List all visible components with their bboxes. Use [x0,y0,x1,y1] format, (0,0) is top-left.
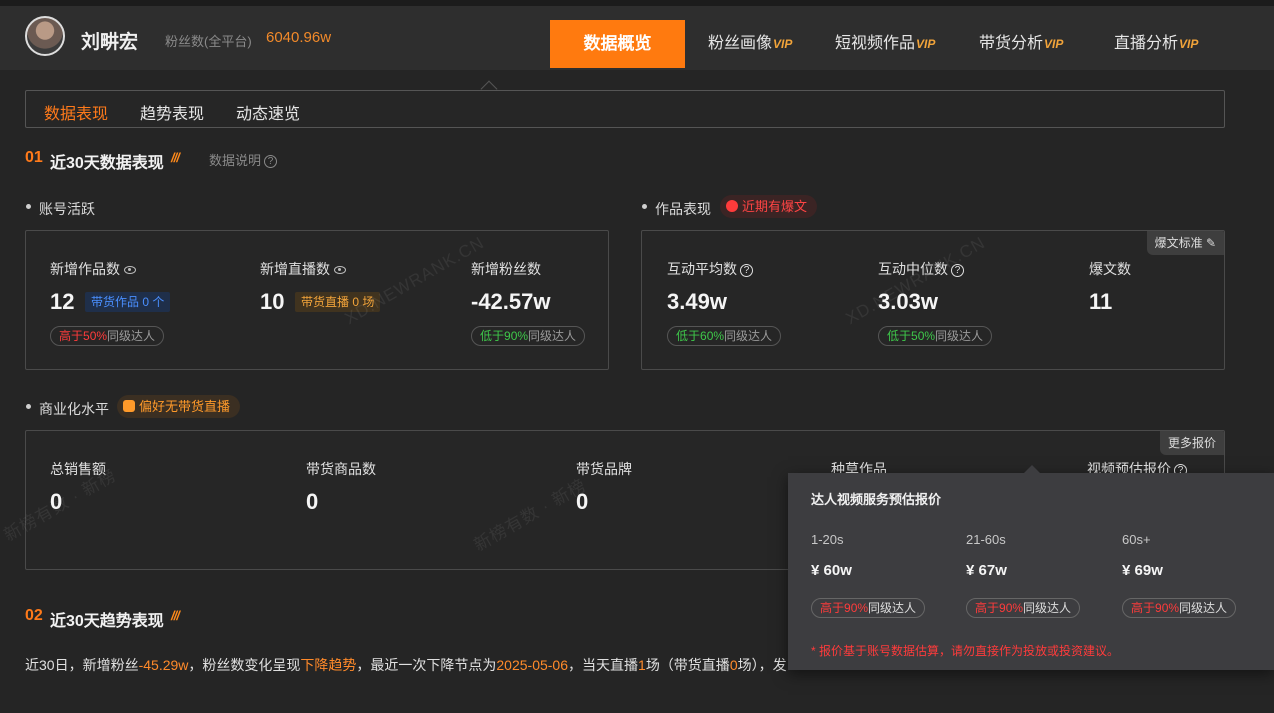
brands-label: 带货品牌 [576,461,632,477]
fans-count-value: 6040.96w [266,29,332,46]
works-performance-card: 爆文标准 ✎ 互动平均数? 3.49w 低于60%同级达人 互动中位数? 3.0… [641,230,1225,370]
comparison-pill: 低于60%同级达人 [667,326,782,346]
nav-live-label: 直播分析 [1114,35,1179,52]
account-activity-card: 新增作品数 12 带货作品 0 个 高于50%同级达人 新增直播数 10 带货直… [25,230,609,370]
tab-dynamic-overview[interactable]: 动态速览 [236,100,300,124]
viral-count-label: 爆文数 [1089,261,1131,277]
section-number: 02 [25,607,43,624]
vip-badge: VIP [1179,37,1199,51]
bag-icon [123,400,135,412]
nav-fans-profile[interactable]: 粉丝画像VIP [708,20,792,68]
vip-badge: VIP [1044,37,1064,51]
comparison-pill: 高于90%同级达人 [966,598,1081,618]
comparison-pill: 低于50%同级达人 [878,326,993,346]
commercialization-label: 商业化水平 [39,401,109,417]
comparison-pill: 高于90%同级达人 [1122,598,1237,618]
nav-commerce-analysis[interactable]: 带货分析VIP [979,20,1063,68]
nav-fans-profile-label: 粉丝画像 [708,35,773,52]
bullet-dot [26,404,31,409]
new-fans-label: 新增粉丝数 [471,261,541,277]
edit-icon: ✎ [1205,236,1216,250]
nav-short-video-label: 短视频作品 [835,35,916,52]
new-lives-value: 10 [260,289,285,314]
new-lives-label: 新增直播数 [260,259,346,279]
viral-standard-button[interactable]: 爆文标准 ✎ [1146,231,1224,255]
avg-interaction-value: 3.49w [667,289,727,314]
more-quotes-button[interactable]: 更多报价 [1159,431,1224,455]
section-title: 近30天趋势表现 [50,613,164,630]
commerce-works-tag: 带货作品 0 个 [85,292,171,312]
price-estimate-popup: 达人视频服务预估报价 1-20s ¥ 60w 高于90%同级达人 21-60s … [788,465,1274,670]
tab-data-performance[interactable]: 数据表现 [44,100,108,124]
comparison-pill: 高于50%同级达人 [50,326,165,346]
nav-commerce-label: 带货分析 [979,35,1044,52]
avatar[interactable] [25,16,65,56]
fire-icon [726,200,738,212]
tab-trend-performance[interactable]: 趋势表现 [140,100,204,124]
nav-short-video[interactable]: 短视频作品VIP [835,20,935,68]
price-value: ¥ 67w [966,562,1007,579]
slash-decoration-icon: /// [171,608,180,623]
price-value: ¥ 60w [811,562,852,579]
viral-count-value: 11 [1089,289,1113,314]
fans-count-label: 粉丝数(全平台) [165,34,252,49]
question-icon: ? [264,155,278,169]
section-number: 01 [25,149,43,166]
data-description-link[interactable]: 数据说明? [209,150,278,169]
section-title: 近30天数据表现 [50,155,164,172]
account-activity-label: 账号活跃 [39,201,95,217]
trend-summary: 近30日，新增粉丝-45.29w，粉丝数变化呈现下降趋势，最近一次下降节点为20… [25,657,787,673]
price-value: ¥ 69w [1122,562,1163,579]
bullet-dot [26,204,31,209]
slash-decoration-icon: /// [171,150,180,165]
duration-range: 60s+ [1122,532,1151,547]
nav-live-analysis[interactable]: 直播分析VIP [1114,20,1198,68]
avg-interaction-label: 互动平均数? [667,259,753,279]
nav-data-overview[interactable]: 数据概览 [550,20,685,68]
data-description-label: 数据说明 [209,153,262,168]
preference-badge: 偏好无带货直播 [117,395,241,418]
eye-icon[interactable] [334,266,346,275]
products-count-label: 带货商品数 [306,461,376,477]
sub-tabs: 数据表现 趋势表现 动态速览 [25,90,1225,128]
new-works-label: 新增作品数 [50,259,136,279]
works-performance-label: 作品表现 [655,201,711,217]
comparison-pill: 高于90%同级达人 [811,598,926,618]
bullet-dot [642,204,647,209]
duration-range: 1-20s [811,532,844,547]
new-fans-value: -42.57w [471,289,551,314]
comparison-pill: 低于90%同级达人 [471,326,586,346]
viral-badge: 近期有爆文 [720,195,818,218]
popup-title: 达人视频服务预估报价 [811,492,942,507]
vip-badge: VIP [773,37,793,51]
watermark: XD.NEWRANK.CN [341,232,488,329]
eye-icon[interactable] [124,266,136,275]
username: 刘畊宏 [81,32,139,53]
duration-range: 21-60s [966,532,1006,547]
top-bar: 刘畊宏 粉丝数(全平台) 6040.96w 数据概览 粉丝画像VIP 短视频作品… [0,0,1274,70]
watermark: 新榜有数 · 新榜 [470,475,590,555]
vip-badge: VIP [916,37,936,51]
new-works-value: 12 [50,289,75,314]
disclaimer-note: * 报价基于账号数据估算，请勿直接作为投放或投资建议。 [811,644,1120,658]
question-icon[interactable]: ? [740,263,753,277]
products-count-value: 0 [306,489,319,514]
